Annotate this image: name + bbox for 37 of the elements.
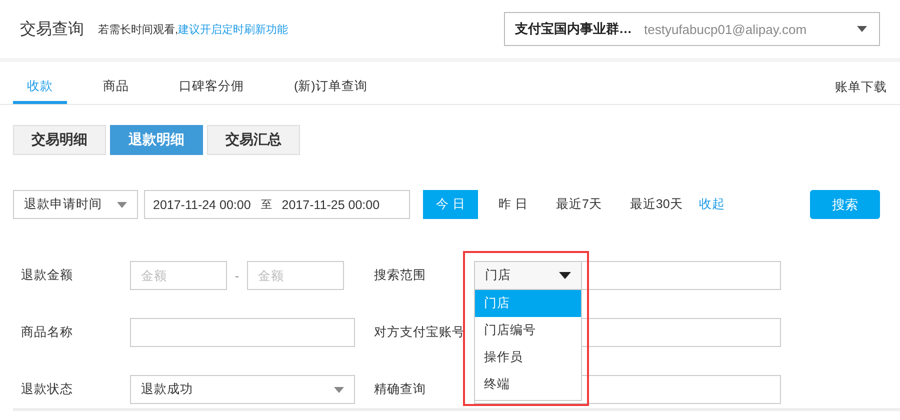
caret-icon (117, 202, 127, 208)
date-range-field[interactable]: 2017-11-24 00:00 至 2017-11-25 00:00 (144, 190, 410, 219)
tab[interactable]: (新)订单查询 (280, 78, 382, 104)
view-button[interactable]: 交易明细 (13, 125, 106, 155)
end-date: 2017-11-25 00:00 (282, 198, 380, 212)
scope-input-field[interactable] (582, 261, 781, 290)
range-dash: - (234, 268, 240, 282)
date-range-option[interactable]: 最近7天 (548, 190, 610, 219)
caret-icon (559, 272, 571, 279)
bill-download-link[interactable]: 账单下载 (835, 79, 887, 104)
field-label: 搜索范围 (374, 267, 427, 284)
field-label: 对方支付宝账号 (374, 324, 466, 341)
account-select[interactable]: 支付宝国内事业群… testyufabucp01@alipay.com (504, 12, 880, 46)
field-label: 退款金额 (21, 267, 74, 284)
tab[interactable]: 商品 (89, 78, 143, 104)
dropdown-option[interactable]: 终端 (475, 371, 581, 398)
field-label: 精确查询 (374, 381, 427, 398)
time-type-select[interactable]: 退款申请时间 (13, 190, 138, 219)
field-label: 商品名称 (21, 324, 74, 341)
page-title: 交易查询 (20, 20, 84, 40)
caret-icon (334, 386, 344, 392)
min-amount-field[interactable]: 金额 (130, 261, 227, 290)
range-separator: 至 (260, 198, 272, 212)
scope-select[interactable]: 门店 (474, 261, 582, 290)
dropdown-option[interactable]: 操作员 (475, 344, 581, 371)
refund-status-select[interactable]: 退款成功 (130, 375, 355, 404)
refresh-notice: 若需长时间观看,建议开启定时刷新功能 (98, 22, 288, 36)
start-date: 2017-11-24 00:00 (153, 198, 251, 212)
caret-icon (857, 26, 867, 32)
max-amount-field[interactable]: 金额 (247, 261, 344, 290)
tab[interactable]: 口碑客分佣 (165, 78, 258, 104)
field-label: 退款状态 (21, 381, 74, 398)
product-name-field[interactable] (130, 318, 355, 347)
dropdown-option[interactable]: 门店编号 (475, 317, 581, 344)
date-range-option[interactable]: 昨 日 (490, 190, 536, 219)
date-range-option[interactable]: 最近30天 (622, 190, 691, 219)
view-button[interactable]: 交易汇总 (207, 125, 300, 155)
